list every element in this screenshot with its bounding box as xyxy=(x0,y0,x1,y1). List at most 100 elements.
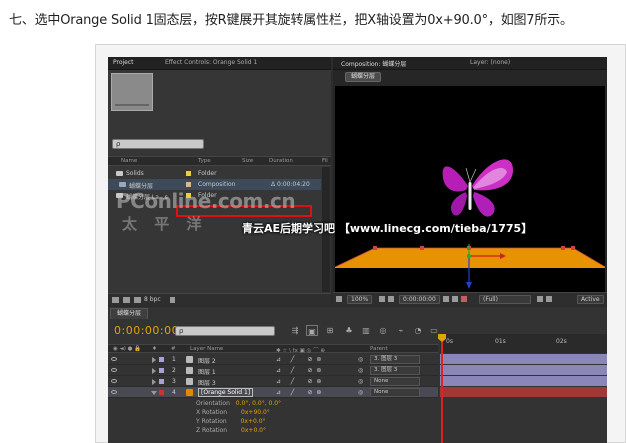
tab-effect-controls[interactable]: Effect Controls: Orange Solid 1 xyxy=(165,59,257,66)
expand-triangle-icon[interactable] xyxy=(152,368,156,374)
channel-icon[interactable] xyxy=(461,296,467,302)
timeline-search-input[interactable]: ρ xyxy=(175,326,275,336)
expand-triangle-icon[interactable] xyxy=(152,379,156,385)
layer-number: 3 xyxy=(172,378,176,385)
label-color[interactable] xyxy=(159,357,164,362)
graph-editor-icon[interactable]: ◔ xyxy=(412,325,424,336)
time-ruler[interactable]: 0s 01s 02s xyxy=(440,334,607,353)
parent-pickwhip-icon[interactable]: ◎ xyxy=(358,389,363,396)
layer-type-icon xyxy=(186,356,193,363)
new-comp-icon[interactable] xyxy=(134,297,141,303)
always-preview-icon[interactable] xyxy=(336,296,342,302)
timeline-timecode[interactable]: 0:00:00:00 xyxy=(114,324,179,337)
col-number[interactable]: # xyxy=(171,346,176,352)
property-z-rotation[interactable]: Z Rotation 0x+0.0° xyxy=(196,427,266,434)
col-name[interactable]: Name xyxy=(121,158,137,164)
ruler-label: 0s xyxy=(446,338,453,345)
layer-switches[interactable]: ⊿ ╱ ⊘ ⊛ xyxy=(276,367,321,374)
item-name: Solids xyxy=(126,170,144,177)
eye-icon[interactable] xyxy=(111,368,117,372)
project-footer: 8 bpc xyxy=(108,293,331,305)
eye-icon[interactable] xyxy=(111,379,117,383)
col-parent[interactable]: Parent xyxy=(370,346,388,352)
layer-duration-bar[interactable] xyxy=(440,387,607,397)
composition-tabbar: Composition: 蝴蝶分层 Layer: (none) xyxy=(333,57,607,70)
property-name: Orientation xyxy=(196,400,230,407)
interpret-footage-icon[interactable] xyxy=(112,297,119,303)
current-time-display[interactable]: 0:00:00:00 xyxy=(399,295,440,304)
comp-mini-flowchart-icon[interactable]: ⇶ xyxy=(289,325,301,336)
col-file[interactable]: Fil xyxy=(322,158,328,164)
ruler-label: 02s xyxy=(556,338,567,345)
tab-layer[interactable]: Layer: (none) xyxy=(470,59,510,66)
expand-triangle-icon[interactable] xyxy=(152,357,156,363)
layer-switches[interactable]: ⊿ ╱ ⊘ ⊛ xyxy=(276,389,321,396)
layer-duration-bar[interactable] xyxy=(440,354,607,364)
roi-icon[interactable] xyxy=(537,296,543,302)
property-y-rotation[interactable]: Y Rotation 0x+0.0° xyxy=(196,418,266,425)
layer-switches[interactable]: ⊿ ╱ ⊘ ⊛ xyxy=(276,356,321,363)
table-row[interactable]: 3 图层 3 ⊿ ╱ ⊘ ⊛ ◎ None xyxy=(108,376,438,387)
layer-name[interactable]: [Orange Solid 1] xyxy=(198,388,254,397)
list-item[interactable]: Solids Folder xyxy=(108,168,321,179)
property-orientation[interactable]: Orientation 0.0°, 0.0°, 0.0° xyxy=(196,400,281,407)
layer-switches[interactable]: ⊿ ╱ ⊘ ⊛ xyxy=(276,378,321,385)
show-snapshot-icon[interactable] xyxy=(452,296,458,302)
table-row[interactable]: 1 图层 2 ⊿ ╱ ⊘ ⊛ ◎ 3. 图层 3 xyxy=(108,354,438,365)
motion-blur-icon[interactable]: ◎ xyxy=(377,325,389,336)
layer-name[interactable]: 图层 1 xyxy=(198,367,216,376)
expand-triangle-icon[interactable] xyxy=(151,391,157,395)
live-update-icon[interactable]: ▣ xyxy=(306,325,318,336)
project-search-input[interactable]: ρ xyxy=(112,139,204,149)
label-color[interactable] xyxy=(159,379,164,384)
layer-name[interactable]: 图层 2 xyxy=(198,356,216,365)
col-layer-name[interactable]: Layer Name xyxy=(190,346,223,352)
property-x-rotation[interactable]: X Rotation 0x+90.0° xyxy=(196,409,270,416)
new-folder-icon[interactable] xyxy=(123,297,130,303)
eye-icon[interactable] xyxy=(111,390,117,394)
layer-duration-bar[interactable] xyxy=(440,365,607,375)
brainstorm-icon[interactable]: ⌁ xyxy=(395,325,407,336)
trash-icon[interactable] xyxy=(170,297,175,303)
resolution-dropdown[interactable]: (Full) xyxy=(479,295,531,304)
property-value[interactable]: 0x+0.0° xyxy=(241,418,266,425)
col-type[interactable]: Type xyxy=(198,158,211,164)
parent-pickwhip-icon[interactable]: ◎ xyxy=(358,367,363,374)
tab-composition[interactable]: Composition: 蝴蝶分层 xyxy=(341,59,406,68)
grid-icon[interactable] xyxy=(388,296,394,302)
property-value[interactable]: 0x+90.0° xyxy=(241,409,270,416)
label-color[interactable] xyxy=(159,390,164,395)
parent-dropdown[interactable]: None xyxy=(370,388,420,397)
composition-viewer[interactable] xyxy=(332,86,607,292)
hide-shy-icon[interactable]: ♣ xyxy=(343,325,355,336)
table-row[interactable]: 4 [Orange Solid 1] ⊿ ╱ ⊘ ⊛ ◎ None xyxy=(108,387,438,398)
parent-pickwhip-icon[interactable]: ◎ xyxy=(358,378,363,385)
table-row[interactable]: 2 图层 1 ⊿ ╱ ⊘ ⊛ ◎ 3. 图层 3 xyxy=(108,365,438,376)
layer-duration-bar[interactable] xyxy=(440,376,607,386)
parent-dropdown[interactable]: None xyxy=(370,377,420,386)
watermark-taipingyang: 太 平 洋 xyxy=(122,215,208,233)
parent-pickwhip-icon[interactable]: ◎ xyxy=(358,356,363,363)
eye-icon[interactable] xyxy=(111,357,117,361)
comp-breadcrumb[interactable]: 蝴蝶分层 xyxy=(345,72,382,82)
tab-project[interactable]: Project xyxy=(113,59,134,66)
transparency-grid-icon[interactable] xyxy=(546,296,552,302)
col-switches: ✱ ☆ \ fx ▣ ◎ ⌒ ⊕ xyxy=(276,348,325,354)
parent-dropdown[interactable]: 3. 图层 3 xyxy=(370,366,420,375)
col-duration[interactable]: Duration xyxy=(269,158,293,164)
frame-blending-icon[interactable]: ▥ xyxy=(360,325,372,336)
tab-timeline[interactable]: 蝴蝶分层 xyxy=(110,308,149,319)
safe-zones-icon[interactable] xyxy=(379,296,385,302)
property-value[interactable]: 0.0°, 0.0°, 0.0° xyxy=(236,400,281,407)
draft-3d-icon[interactable]: ⊞ xyxy=(324,325,336,336)
bit-depth-button[interactable]: 8 bpc xyxy=(144,296,161,303)
snapshot-icon[interactable] xyxy=(443,296,449,302)
magnification-dropdown[interactable]: 100% xyxy=(347,295,373,304)
col-size[interactable]: Size xyxy=(242,158,253,164)
view-dropdown[interactable]: Active xyxy=(577,295,604,304)
playhead[interactable] xyxy=(441,334,443,443)
layer-name[interactable]: 图层 3 xyxy=(198,378,216,387)
parent-dropdown[interactable]: 3. 图层 3 xyxy=(370,355,420,364)
property-value[interactable]: 0x+0.0° xyxy=(241,427,266,434)
label-color[interactable] xyxy=(159,368,164,373)
